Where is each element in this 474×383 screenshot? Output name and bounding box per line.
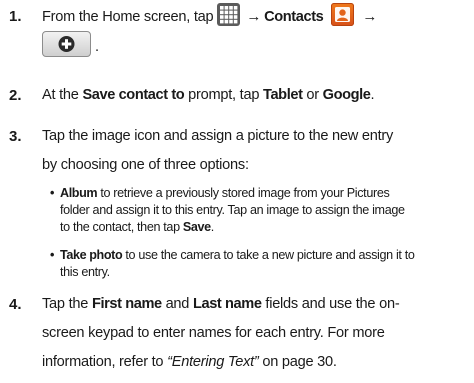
apps-grid-icon	[217, 3, 241, 26]
step-body: At the Save contact to prompt, tap Table…	[42, 81, 468, 110]
entering-text-reference: “Entering Text”	[167, 354, 259, 370]
bullet-text: Album to retrieve a previously stored im…	[50, 185, 464, 236]
album-label: Album	[60, 186, 98, 200]
step-text: .	[95, 39, 99, 55]
step-number: 2.	[9, 87, 22, 104]
step-line: Tap the image icon and assign a picture …	[42, 128, 394, 144]
manual-page: 1. From the Home screen, tap → Contacts →	[0, 0, 474, 383]
step-text: or	[306, 87, 319, 103]
contacts-label: Contacts	[264, 9, 324, 25]
step-line: From the Home screen, tap → Contacts →	[42, 2, 468, 31]
step-line: screen keypad to enter names for each en…	[42, 325, 385, 341]
step-text: fields and use the on-	[265, 296, 400, 312]
step-text: and	[165, 296, 190, 312]
step-line: Tap the First name and Last name fields …	[42, 290, 468, 319]
google-option: Google	[322, 87, 371, 103]
arrow-glyph: →	[362, 8, 378, 25]
last-name-label: Last name	[192, 296, 262, 312]
step-number: 1.	[9, 8, 22, 25]
bullet-line: Album to retrieve a previously stored im…	[60, 185, 464, 202]
step-text: .	[370, 87, 375, 103]
first-name-label: First name	[91, 296, 162, 312]
step-line: information, refer to “Entering Text” on…	[42, 348, 468, 377]
step-line: by choosing one of three options:	[42, 157, 249, 173]
step-text: on page 30.	[262, 354, 337, 370]
bullet-dot: •	[50, 248, 55, 262]
bullet-take-photo: • Take photo to use the camera to take a…	[50, 247, 464, 281]
step-body: Tap the First name and Last name fields …	[42, 290, 468, 377]
step-line: At the Save contact to prompt, tap Table…	[42, 81, 468, 110]
take-photo-label: Take photo	[60, 248, 123, 262]
bullet-text-run: .	[210, 220, 215, 234]
bullet-dot: •	[50, 186, 55, 200]
step-text: prompt, tap	[188, 87, 260, 103]
tablet-option: Tablet	[263, 87, 303, 103]
add-plus-icon	[42, 31, 91, 57]
step-body: Tap the image icon and assign a picture …	[42, 122, 468, 180]
bullet-text-run: to the contact, then tap	[60, 220, 180, 234]
bullet-line: this entry.	[60, 265, 110, 279]
step-number: 3.	[9, 128, 22, 145]
step-text: Tap the	[42, 296, 89, 312]
bullet-text: Take photo to use the camera to take a n…	[50, 247, 464, 281]
bullet-line: to the contact, then tap Save.	[60, 219, 464, 236]
bullet-text-run: to use the camera to take a new picture …	[125, 248, 415, 262]
bullet-album: • Album to retrieve a previously stored …	[50, 185, 464, 236]
step-number: 4.	[9, 296, 22, 313]
step-text: From the Home screen, tap	[42, 9, 214, 25]
save-contact-to-label: Save contact to	[82, 87, 185, 103]
step-text: At the	[42, 87, 79, 103]
step-line: .	[42, 31, 468, 60]
bullet-line: Take photo to use the camera to take a n…	[60, 247, 464, 264]
bullet-line: folder and assign it to this entry. Tap …	[60, 203, 405, 217]
step-text: information, refer to	[42, 354, 164, 370]
save-label: Save	[182, 220, 211, 234]
arrow-glyph: →	[246, 8, 262, 25]
step-body: From the Home screen, tap → Contacts → .	[42, 2, 468, 60]
contacts-app-icon	[331, 3, 355, 26]
bullet-text-run: to retrieve a previously stored image fr…	[100, 186, 390, 200]
